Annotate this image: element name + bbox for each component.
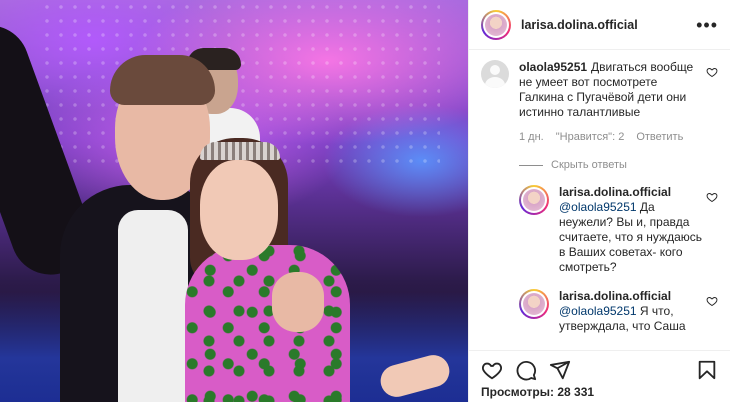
reply-comment: larisa.dolina.official @olaola95251 Я чт… [519, 289, 718, 334]
comment-likes[interactable]: "Нравится": 2 [556, 130, 625, 145]
instagram-post-view: larisa.dolina.official ••• olaola95251 Дв… [0, 0, 730, 402]
hide-replies-label: Скрыть ответы [551, 159, 627, 171]
reply-body: larisa.dolina.official @olaola95251 Да н… [559, 185, 718, 275]
man-hair [110, 55, 215, 105]
bookmark-icon[interactable] [696, 359, 718, 381]
avatar-image [523, 189, 545, 211]
heart-icon[interactable] [481, 359, 503, 381]
share-icon[interactable] [549, 359, 571, 381]
girl-pajama [185, 245, 350, 402]
comments-list[interactable]: olaola95251 Двигаться вообще не умеет вот… [469, 50, 730, 350]
girl-headband [200, 142, 280, 160]
post-header: larisa.dolina.official ••• [469, 0, 730, 50]
reply-avatar[interactable] [519, 185, 549, 215]
reply-username[interactable]: larisa.dolina.official [559, 289, 671, 303]
comment: olaola95251 Двигаться вообще не умеет вот… [481, 60, 718, 145]
man-hand [272, 272, 324, 332]
comment-meta: 1 дн. "Нравится": 2 Ответить [519, 130, 702, 145]
commenter-avatar[interactable] [481, 60, 509, 88]
avatar-image [485, 13, 507, 36]
comment-icon[interactable] [515, 359, 537, 381]
reply-mention[interactable]: @olaola95251 [559, 200, 637, 214]
girl-face [200, 160, 278, 260]
reply-username[interactable]: larisa.dolina.official [559, 185, 671, 199]
post-author-username[interactable]: larisa.dolina.official [521, 18, 696, 32]
heart-icon[interactable] [706, 191, 718, 203]
comment-time[interactable]: 1 дн. [519, 130, 544, 145]
post-video[interactable] [0, 0, 468, 402]
avatar-image [523, 293, 545, 315]
views-count[interactable]: Просмотры: 28 331 [481, 385, 718, 399]
reply-body: larisa.dolina.official @olaola95251 Я чт… [559, 289, 718, 334]
comment-username[interactable]: olaola95251 [519, 60, 587, 74]
action-bar [481, 357, 718, 383]
reply-avatar[interactable] [519, 289, 549, 319]
heart-icon[interactable] [706, 66, 718, 78]
reply-comment: larisa.dolina.official @olaola95251 Да н… [519, 185, 718, 275]
post-side-panel: larisa.dolina.official ••• olaola95251 Дв… [468, 0, 730, 402]
divider [519, 164, 543, 166]
comment-body: olaola95251 Двигаться вообще не умеет вот… [519, 60, 718, 145]
hide-replies-button[interactable]: Скрыть ответы [519, 159, 718, 171]
reply-button[interactable]: Ответить [636, 130, 683, 145]
more-horizontal-icon[interactable]: ••• [696, 16, 718, 34]
reply-mention[interactable]: @olaola95251 [559, 304, 637, 318]
avatar[interactable] [481, 9, 511, 40]
heart-icon[interactable] [706, 295, 718, 307]
man-shirt [118, 210, 188, 402]
post-footer: Просмотры: 28 331 [469, 350, 730, 402]
